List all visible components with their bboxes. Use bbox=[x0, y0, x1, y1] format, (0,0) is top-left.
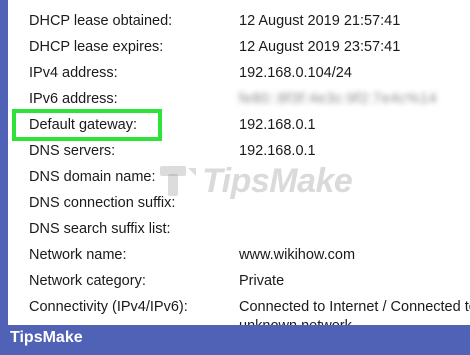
label-dns-domain-name: DNS domain name: bbox=[29, 169, 156, 185]
row-default-gateway: Default gateway: 192.168.0.1 bbox=[8, 112, 470, 138]
value-connectivity: Connected to Internet / Connected to bbox=[239, 299, 470, 315]
label-dns-search-suffix-list: DNS search suffix list: bbox=[29, 221, 171, 237]
row-network-name: Network name: www.wikihow.com bbox=[8, 242, 470, 268]
row-dns-domain-name: DNS domain name: bbox=[8, 164, 470, 190]
label-network-category: Network category: bbox=[29, 273, 146, 289]
footer-bar: TipsMake bbox=[0, 325, 470, 355]
row-dhcp-lease-obtained: DHCP lease obtained: 12 August 2019 21:5… bbox=[8, 8, 470, 34]
footer-brand-text: TipsMake bbox=[10, 329, 83, 346]
row-dns-connection-suffix: DNS connection suffix: bbox=[8, 190, 470, 216]
label-network-name: Network name: bbox=[29, 247, 127, 263]
row-dns-servers: DNS servers: 192.168.0.1 bbox=[8, 138, 470, 164]
value-ipv6-address-blurred: fe80::8f3f:4e3c:9f2:7e4c%14 bbox=[239, 86, 437, 112]
value-ipv4-address: 192.168.0.104/24 bbox=[239, 65, 352, 81]
label-ipv4-address: IPv4 address: bbox=[29, 65, 118, 81]
network-details-panel: DHCP lease obtained: 12 August 2019 21:5… bbox=[8, 0, 470, 325]
value-dns-servers: 192.168.0.1 bbox=[239, 143, 316, 159]
label-default-gateway: Default gateway: bbox=[29, 117, 138, 133]
value-default-gateway: 192.168.0.1 bbox=[239, 117, 316, 133]
value-network-name: www.wikihow.com bbox=[239, 247, 356, 263]
label-dns-servers: DNS servers: bbox=[29, 143, 116, 159]
row-ipv4-address: IPv4 address: 192.168.0.104/24 bbox=[8, 60, 470, 86]
row-dhcp-lease-expires: DHCP lease expires: 12 August 2019 23:57… bbox=[8, 34, 470, 60]
value-dhcp-lease-obtained: 12 August 2019 21:57:41 bbox=[239, 13, 401, 29]
value-network-category: Private bbox=[239, 273, 285, 289]
row-dns-search-suffix-list: DNS search suffix list: bbox=[8, 216, 470, 242]
row-network-category: Network category: Private bbox=[8, 268, 470, 294]
label-dhcp-lease-expires: DHCP lease expires: bbox=[29, 39, 164, 55]
label-dns-connection-suffix: DNS connection suffix: bbox=[29, 195, 176, 211]
label-dhcp-lease-obtained: DHCP lease obtained: bbox=[29, 13, 173, 29]
label-connectivity: Connectivity (IPv4/IPv6): bbox=[29, 299, 188, 315]
ipv6-blurred-text: fe80::8f3f:4e3c:9f2:7e4c%14 bbox=[239, 91, 438, 107]
row-connectivity: Connectivity (IPv4/IPv6): Connected to I… bbox=[8, 294, 470, 320]
value-dhcp-lease-expires: 12 August 2019 23:57:41 bbox=[239, 39, 401, 55]
